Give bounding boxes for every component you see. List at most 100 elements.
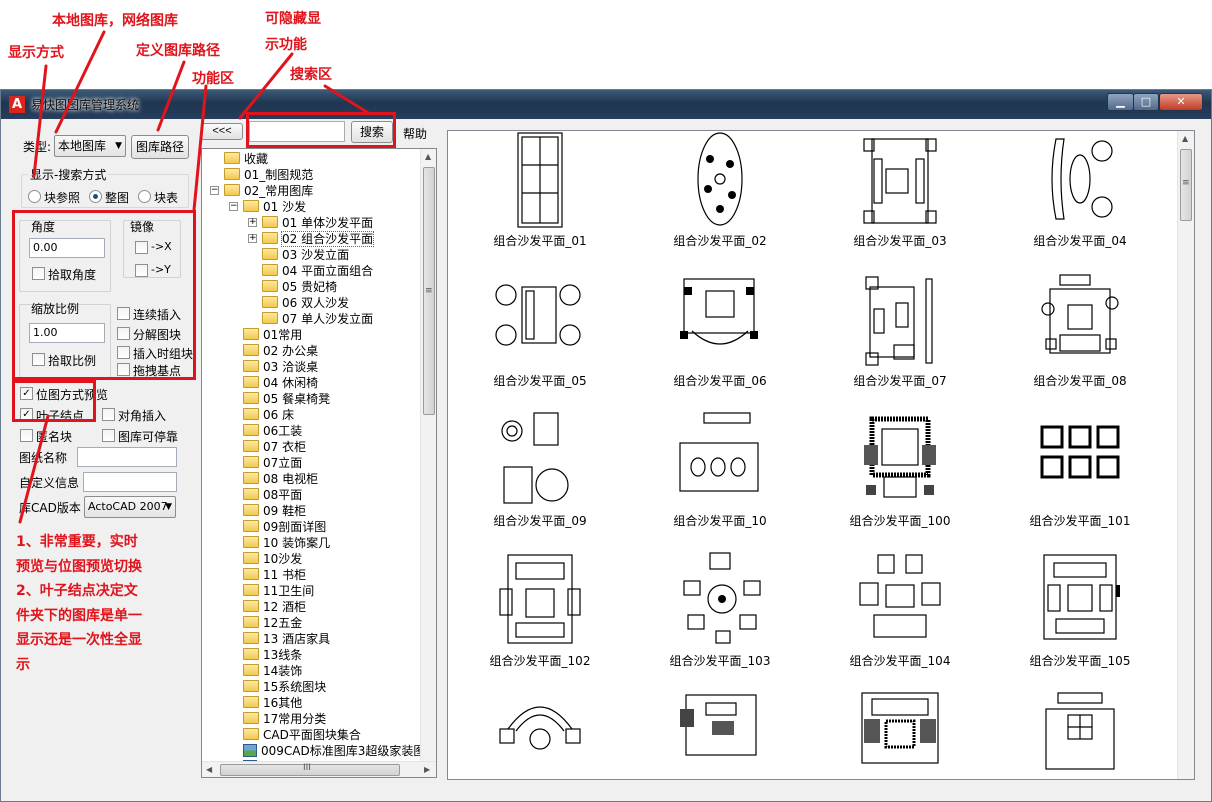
gallery-thumbnail[interactable] bbox=[810, 687, 990, 779]
tree-node[interactable]: 01_制图规范 bbox=[224, 167, 313, 183]
gallery-thumbnail[interactable]: 组合沙发平面_105 bbox=[990, 547, 1170, 687]
search-button[interactable]: 搜索 bbox=[351, 121, 393, 143]
scale-input[interactable]: 1.00 bbox=[29, 323, 105, 343]
tree-hscroll-thumb[interactable]: III bbox=[220, 763, 400, 776]
gallery-thumbnail[interactable]: 组合沙发平面_07 bbox=[810, 267, 990, 407]
library-path-button[interactable]: 图库路径 bbox=[131, 135, 189, 159]
gallery-thumbnail[interactable]: 组合沙发平面_02 bbox=[630, 131, 810, 267]
radio-block-reference[interactable] bbox=[28, 190, 41, 203]
diagonal-insert-checkbox[interactable] bbox=[102, 408, 115, 421]
tree-node[interactable]: 11 书柜 bbox=[243, 567, 306, 583]
drawing-name-input[interactable] bbox=[77, 447, 177, 467]
gallery-scroll-thumb[interactable]: ≡ bbox=[1180, 149, 1192, 221]
continuous-insert-checkbox[interactable] bbox=[117, 307, 130, 320]
tree-node[interactable]: 07 单人沙发立面 bbox=[262, 311, 373, 327]
gallery-thumbnail[interactable] bbox=[450, 687, 630, 779]
drag-base-checkbox[interactable] bbox=[117, 363, 130, 376]
gallery-thumbnail[interactable]: 组合沙发平面_08 bbox=[990, 267, 1170, 407]
tree-node[interactable]: 05 餐桌椅凳 bbox=[243, 391, 330, 407]
gallery-thumbnail[interactable]: 组合沙发平面_104 bbox=[810, 547, 990, 687]
tree-scroll-thumb[interactable]: ≡ bbox=[423, 167, 435, 415]
tree-expander-icon[interactable]: + bbox=[248, 218, 257, 227]
gallery-thumbnail[interactable] bbox=[630, 687, 810, 779]
gallery-thumbnail[interactable]: 组合沙发平面_09 bbox=[450, 407, 630, 547]
cad-version-select[interactable]: ActoCAD 2007 ▼ bbox=[84, 496, 176, 518]
explode-block-checkbox[interactable] bbox=[117, 327, 130, 340]
radio-block-table[interactable] bbox=[138, 190, 151, 203]
tree-node[interactable]: 08 电视柜 bbox=[243, 471, 318, 487]
tree-node[interactable]: 04 休闲椅 bbox=[243, 375, 318, 391]
bitmap-preview-checkbox[interactable]: ✓ bbox=[20, 387, 33, 400]
tree-node[interactable]: 07立面 bbox=[243, 455, 302, 471]
gallery-thumbnail[interactable] bbox=[990, 687, 1170, 779]
search-input[interactable] bbox=[249, 121, 345, 142]
tree-node[interactable]: 03 洽谈桌 bbox=[243, 359, 318, 375]
tree-node[interactable]: 05 贵妃椅 bbox=[262, 279, 337, 295]
scroll-left-icon[interactable]: ◀ bbox=[206, 765, 212, 774]
tree-node[interactable]: CAD平面图块集合 bbox=[243, 727, 361, 743]
tree-node[interactable]: 06 床 bbox=[243, 407, 294, 423]
gallery-thumbnail[interactable]: 组合沙发平面_100 bbox=[810, 407, 990, 547]
gallery-thumbnail[interactable]: 组合沙发平面_04 bbox=[990, 131, 1170, 267]
gallery-thumbnail[interactable]: 组合沙发平面_03 bbox=[810, 131, 990, 267]
tree-node[interactable]: 01 单体沙发平面 bbox=[262, 215, 373, 231]
tree-node[interactable]: 12 酒柜 bbox=[243, 599, 306, 615]
tree-node[interactable]: 09剖面详图 bbox=[243, 519, 326, 535]
tree-expander-icon[interactable]: − bbox=[229, 202, 238, 211]
tree-vertical-scrollbar[interactable]: ▲ ≡ bbox=[420, 149, 436, 761]
tree-node[interactable]: 06 双人沙发 bbox=[262, 295, 349, 311]
tree-node[interactable]: 17常用分类 bbox=[243, 711, 326, 727]
scroll-right-icon[interactable]: ▶ bbox=[424, 765, 430, 774]
tree-horizontal-scrollbar[interactable]: ◀ III ▶ bbox=[202, 761, 436, 777]
gallery-thumbnail[interactable]: 组合沙发平面_05 bbox=[450, 267, 630, 407]
scroll-up-icon[interactable]: ▲ bbox=[425, 152, 431, 161]
minimize-button[interactable]: ▁ bbox=[1107, 93, 1134, 111]
tree-expander-icon[interactable]: + bbox=[248, 234, 257, 243]
tree-node[interactable]: 03 沙发立面 bbox=[262, 247, 349, 263]
leaf-node-checkbox[interactable]: ✓ bbox=[20, 408, 33, 421]
tree-node[interactable]: 07 衣柜 bbox=[243, 439, 306, 455]
angle-input[interactable]: 0.00 bbox=[29, 238, 105, 258]
tree-node[interactable]: 009CAD标准图库3超级家装图 bbox=[243, 743, 422, 759]
library-type-select[interactable]: 本地图库 ▼ bbox=[54, 135, 126, 157]
tree-node[interactable]: 收藏 bbox=[224, 151, 268, 167]
close-button[interactable]: ✕ bbox=[1159, 93, 1203, 111]
tree-node[interactable]: 13 酒店家具 bbox=[243, 631, 330, 647]
tree-node[interactable]: 04 平面立面组合 bbox=[262, 263, 373, 279]
mirror-y-checkbox[interactable] bbox=[135, 264, 148, 277]
tree-node[interactable]: 12五金 bbox=[243, 615, 302, 631]
gallery-thumbnail[interactable]: 组合沙发平面_102 bbox=[450, 547, 630, 687]
scroll-up-icon[interactable]: ▲ bbox=[1182, 134, 1188, 143]
tree-node[interactable]: 11卫生间 bbox=[243, 583, 314, 599]
anonymous-block-checkbox[interactable] bbox=[20, 429, 33, 442]
tree-node[interactable]: 13线条 bbox=[243, 647, 302, 663]
gallery-thumbnail[interactable]: 组合沙发平面_01 bbox=[450, 131, 630, 267]
tree-expander-icon[interactable]: − bbox=[210, 186, 219, 195]
tree-node[interactable]: 09 鞋柜 bbox=[243, 503, 306, 519]
gallery-scrollbar[interactable]: ▲ ≡ bbox=[1177, 131, 1194, 779]
custom-info-input[interactable] bbox=[83, 472, 177, 492]
toggle-panel-button[interactable]: <<< bbox=[201, 123, 243, 140]
tree-node[interactable]: 10沙发 bbox=[243, 551, 302, 567]
tree-node[interactable]: 14装饰 bbox=[243, 663, 302, 679]
tree-node[interactable]: 02 办公桌 bbox=[243, 343, 318, 359]
pick-angle-checkbox[interactable] bbox=[32, 267, 45, 280]
help-link[interactable]: 帮助 bbox=[403, 125, 427, 142]
dockable-checkbox[interactable] bbox=[102, 429, 115, 442]
insert-group-checkbox[interactable] bbox=[117, 346, 130, 359]
gallery-thumbnail[interactable]: 组合沙发平面_06 bbox=[630, 267, 810, 407]
tree-node[interactable]: 10 装饰案几 bbox=[243, 535, 330, 551]
tree-node[interactable]: 06工装 bbox=[243, 423, 302, 439]
tree-node[interactable]: 16其他 bbox=[243, 695, 302, 711]
tree-node[interactable]: 08平面 bbox=[243, 487, 302, 503]
tree-node[interactable]: 02 组合沙发平面 bbox=[262, 231, 375, 247]
radio-whole-drawing[interactable] bbox=[89, 190, 102, 203]
gallery-thumbnail[interactable]: 组合沙发平面_103 bbox=[630, 547, 810, 687]
tree-node[interactable]: 01 沙发 bbox=[243, 199, 306, 215]
pick-scale-checkbox[interactable] bbox=[32, 353, 45, 366]
gallery-thumbnail[interactable]: 组合沙发平面_10 bbox=[630, 407, 810, 547]
tree-node[interactable]: 01常用 bbox=[243, 327, 302, 343]
tree-node[interactable]: 15系统图块 bbox=[243, 679, 326, 695]
tree-node[interactable]: 02_常用图库 bbox=[224, 183, 313, 199]
mirror-x-checkbox[interactable] bbox=[135, 241, 148, 254]
